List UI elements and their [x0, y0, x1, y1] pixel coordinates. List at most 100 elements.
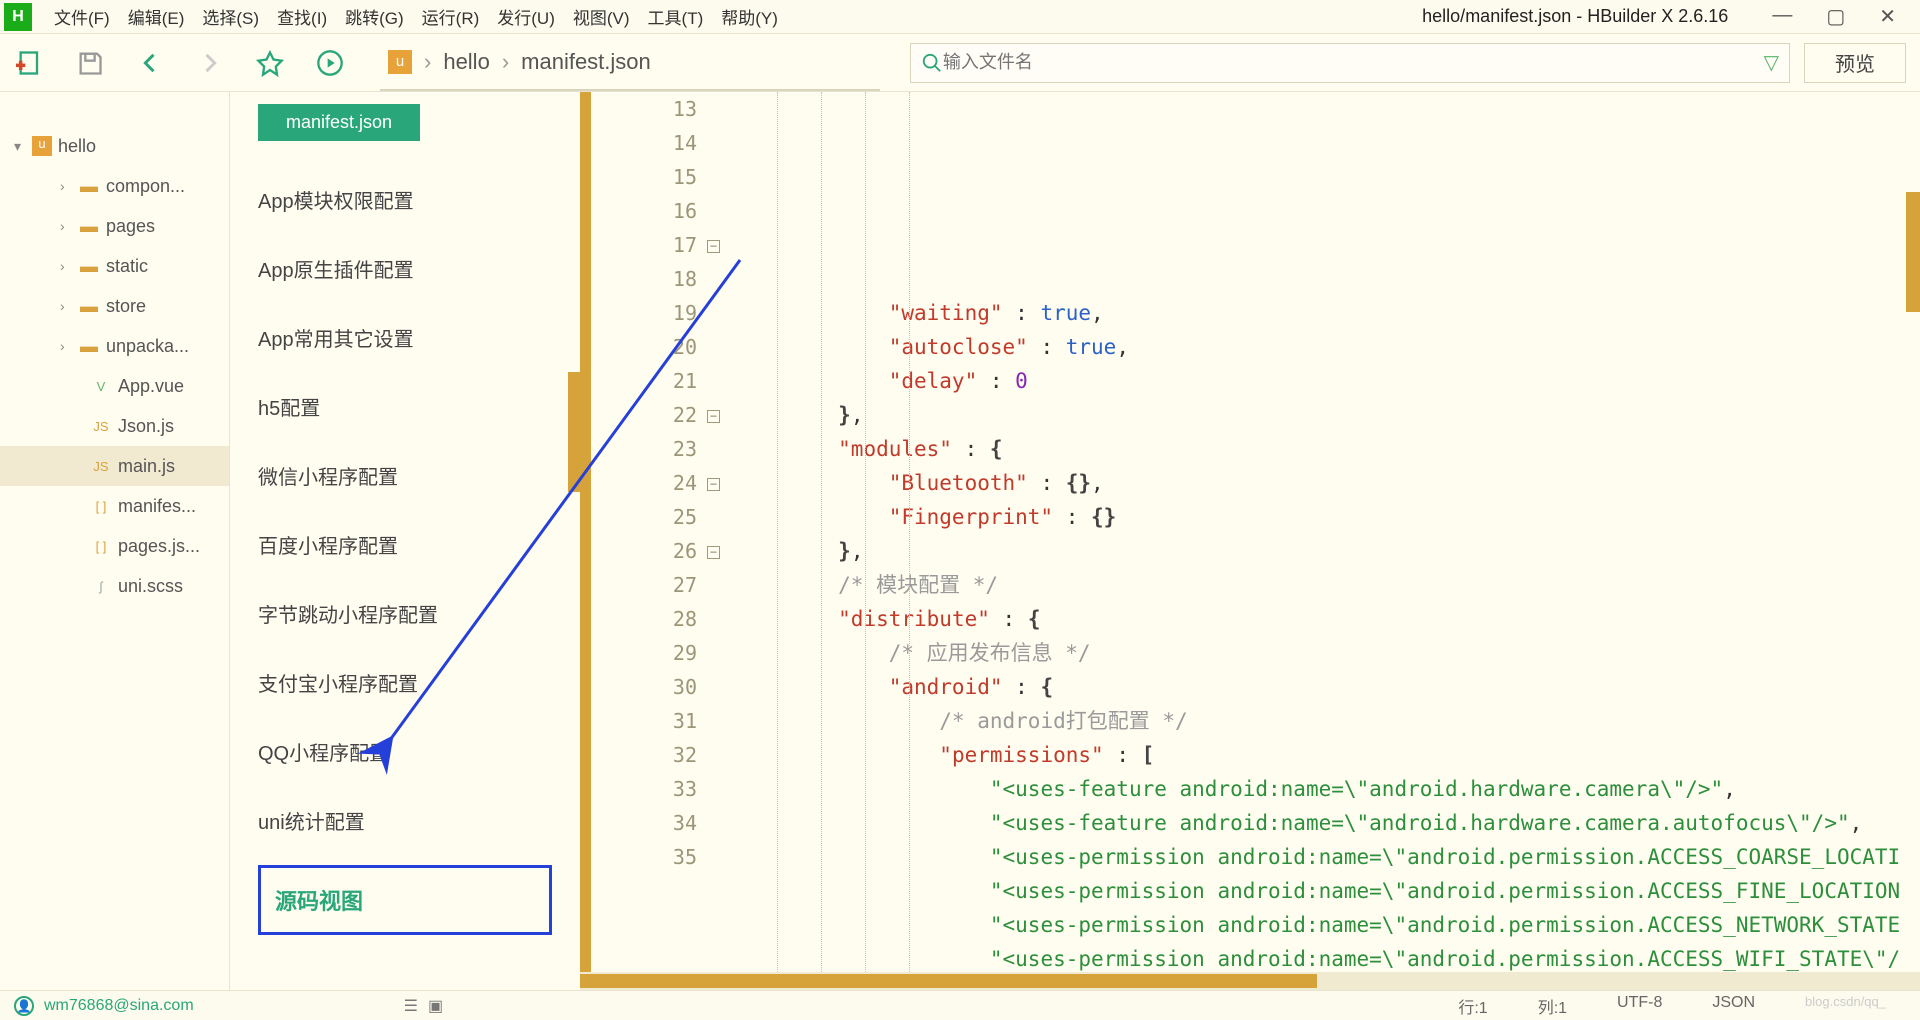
tree-folder[interactable]: ›▬pages	[0, 206, 229, 246]
menu-item[interactable]: 视图(V)	[567, 0, 636, 33]
folder-icon: ▬	[78, 336, 100, 357]
menu-item[interactable]: 运行(R)	[416, 0, 486, 33]
config-section-link[interactable]: uni统计配置	[258, 786, 552, 855]
file-icon: [ ]	[90, 539, 112, 554]
code-content[interactable]: "waiting" : true, "autoclose" : true, "d…	[733, 92, 1920, 990]
menu-item[interactable]: 文件(F)	[48, 0, 116, 33]
tree-file[interactable]: [ ]manifes...	[0, 486, 229, 526]
config-section-link[interactable]: QQ小程序配置	[258, 717, 552, 786]
new-file-button[interactable]	[0, 49, 60, 77]
tree-root[interactable]: ▾ u hello	[0, 126, 229, 166]
run-button[interactable]	[300, 49, 360, 77]
file-search-box[interactable]: ▽	[910, 43, 1790, 83]
chevron-down-icon: ▾	[14, 138, 32, 155]
fold-column: − − − −	[707, 92, 733, 990]
project-icon: u	[32, 136, 52, 156]
status-language[interactable]: JSON	[1712, 994, 1755, 1018]
tree-label: Json.js	[118, 416, 174, 437]
file-explorer: ▾ u hello ›▬compon...›▬pages›▬static›▬st…	[0, 92, 230, 990]
star-button[interactable]	[240, 49, 300, 77]
breadcrumb-folder[interactable]: hello	[443, 49, 489, 75]
tree-label: compon...	[106, 176, 185, 197]
menu-item[interactable]: 发行(U)	[491, 0, 561, 33]
back-button[interactable]	[120, 49, 180, 77]
user-icon[interactable]: 👤	[14, 996, 34, 1016]
menu-item[interactable]: 选择(S)	[196, 0, 265, 33]
tree-file[interactable]: V App.vue	[0, 366, 229, 406]
horizontal-scrollbar-track[interactable]	[580, 972, 1920, 990]
chevron-right-icon: ›	[60, 218, 78, 234]
tree-file[interactable]: ʃuni.scss	[0, 566, 229, 606]
folder-icon: ▬	[78, 296, 100, 317]
status-encoding[interactable]: UTF-8	[1617, 994, 1662, 1018]
tree-label: unpacka...	[106, 336, 189, 357]
config-section-link[interactable]: 微信小程序配置	[258, 441, 552, 510]
tree-label: App.vue	[118, 376, 184, 397]
config-section-link[interactable]: App原生插件配置	[258, 234, 552, 303]
fold-toggle[interactable]: −	[707, 546, 720, 559]
save-button[interactable]	[60, 49, 120, 77]
status-column[interactable]: 列:1	[1538, 994, 1567, 1018]
tree-folder[interactable]: ›▬static	[0, 246, 229, 286]
fold-toggle[interactable]: −	[707, 410, 720, 423]
config-scrollbar[interactable]	[568, 372, 580, 492]
code-editor[interactable]: 1314151617181920212223242526272829303132…	[580, 92, 1920, 990]
chevron-right-icon: ›	[60, 298, 78, 314]
config-section-link[interactable]: h5配置	[258, 372, 552, 441]
breadcrumb-file[interactable]: manifest.json	[521, 49, 651, 75]
maximize-icon[interactable]: ▢	[1826, 4, 1845, 29]
statusbar: 👤 wm76868@sina.com ☰ ▣ 行:1 列:1 UTF-8 JSO…	[0, 990, 1920, 1020]
fold-toggle[interactable]: −	[707, 240, 720, 253]
terminal-icon[interactable]: ▣	[428, 996, 443, 1016]
config-tab-active[interactable]: manifest.json	[258, 104, 420, 141]
user-email[interactable]: wm76868@sina.com	[44, 997, 194, 1015]
breadcrumb-project-icon: u	[388, 50, 412, 74]
config-section-link[interactable]: App常用其它设置	[258, 303, 552, 372]
chevron-right-icon: ›	[60, 178, 78, 194]
window-title: hello/manifest.json - HBuilder X 2.6.16	[1422, 6, 1748, 27]
tree-label: pages	[106, 216, 155, 237]
tree-file[interactable]: JS Json.js	[0, 406, 229, 446]
tree-label: main.js	[118, 456, 175, 477]
preview-button[interactable]: 预览	[1804, 43, 1906, 83]
folder-icon: ▬	[78, 176, 100, 197]
tree-folder[interactable]: ›▬unpacka...	[0, 326, 229, 366]
menu-item[interactable]: 帮助(Y)	[715, 0, 784, 33]
file-icon: V	[90, 379, 112, 394]
manifest-config-panel: manifest.json App模块权限配置App原生插件配置App常用其它设…	[230, 92, 580, 990]
minimize-icon[interactable]: —	[1772, 4, 1792, 29]
file-icon: JS	[90, 459, 112, 474]
source-view-button[interactable]: 源码视图	[258, 865, 552, 935]
chevron-right-icon: ›	[424, 49, 431, 75]
menu-item[interactable]: 工具(T)	[642, 0, 710, 33]
filter-icon[interactable]: ▽	[1764, 50, 1779, 75]
menu-item[interactable]: 查找(I)	[271, 0, 333, 33]
chevron-right-icon: ›	[502, 49, 509, 75]
tree-file[interactable]: [ ]pages.js...	[0, 526, 229, 566]
menu-item[interactable]: 跳转(G)	[339, 0, 410, 33]
config-section-link[interactable]: 字节跳动小程序配置	[258, 579, 552, 648]
close-icon[interactable]: ✕	[1879, 4, 1896, 29]
file-icon: JS	[90, 419, 112, 434]
menu-item[interactable]: 编辑(E)	[122, 0, 191, 33]
status-line[interactable]: 行:1	[1458, 994, 1487, 1018]
tree-label: manifes...	[118, 496, 196, 517]
tree-label: uni.scss	[118, 576, 183, 597]
tree-folder[interactable]: ›▬store	[0, 286, 229, 326]
tree-file[interactable]: JS main.js	[0, 446, 229, 486]
line-gutter: 1314151617181920212223242526272829303132…	[591, 92, 707, 990]
fold-toggle[interactable]: −	[707, 478, 720, 491]
config-section-link[interactable]: 支付宝小程序配置	[258, 648, 552, 717]
tree-folder[interactable]: ›▬ compon...	[0, 166, 229, 206]
config-section-link[interactable]: App模块权限配置	[258, 165, 552, 234]
horizontal-scrollbar-thumb[interactable]	[580, 974, 1317, 988]
toolbar: u › hello › manifest.json ▽ 预览	[0, 34, 1920, 92]
search-input[interactable]	[943, 52, 1798, 73]
vertical-scrollbar[interactable]	[1906, 192, 1920, 312]
outline-icon[interactable]: ☰	[404, 996, 418, 1016]
app-logo: H	[4, 3, 32, 31]
forward-button[interactable]	[180, 49, 240, 77]
config-section-link[interactable]: 百度小程序配置	[258, 510, 552, 579]
tree-root-label: hello	[58, 136, 96, 157]
chevron-right-icon: ›	[60, 258, 78, 274]
